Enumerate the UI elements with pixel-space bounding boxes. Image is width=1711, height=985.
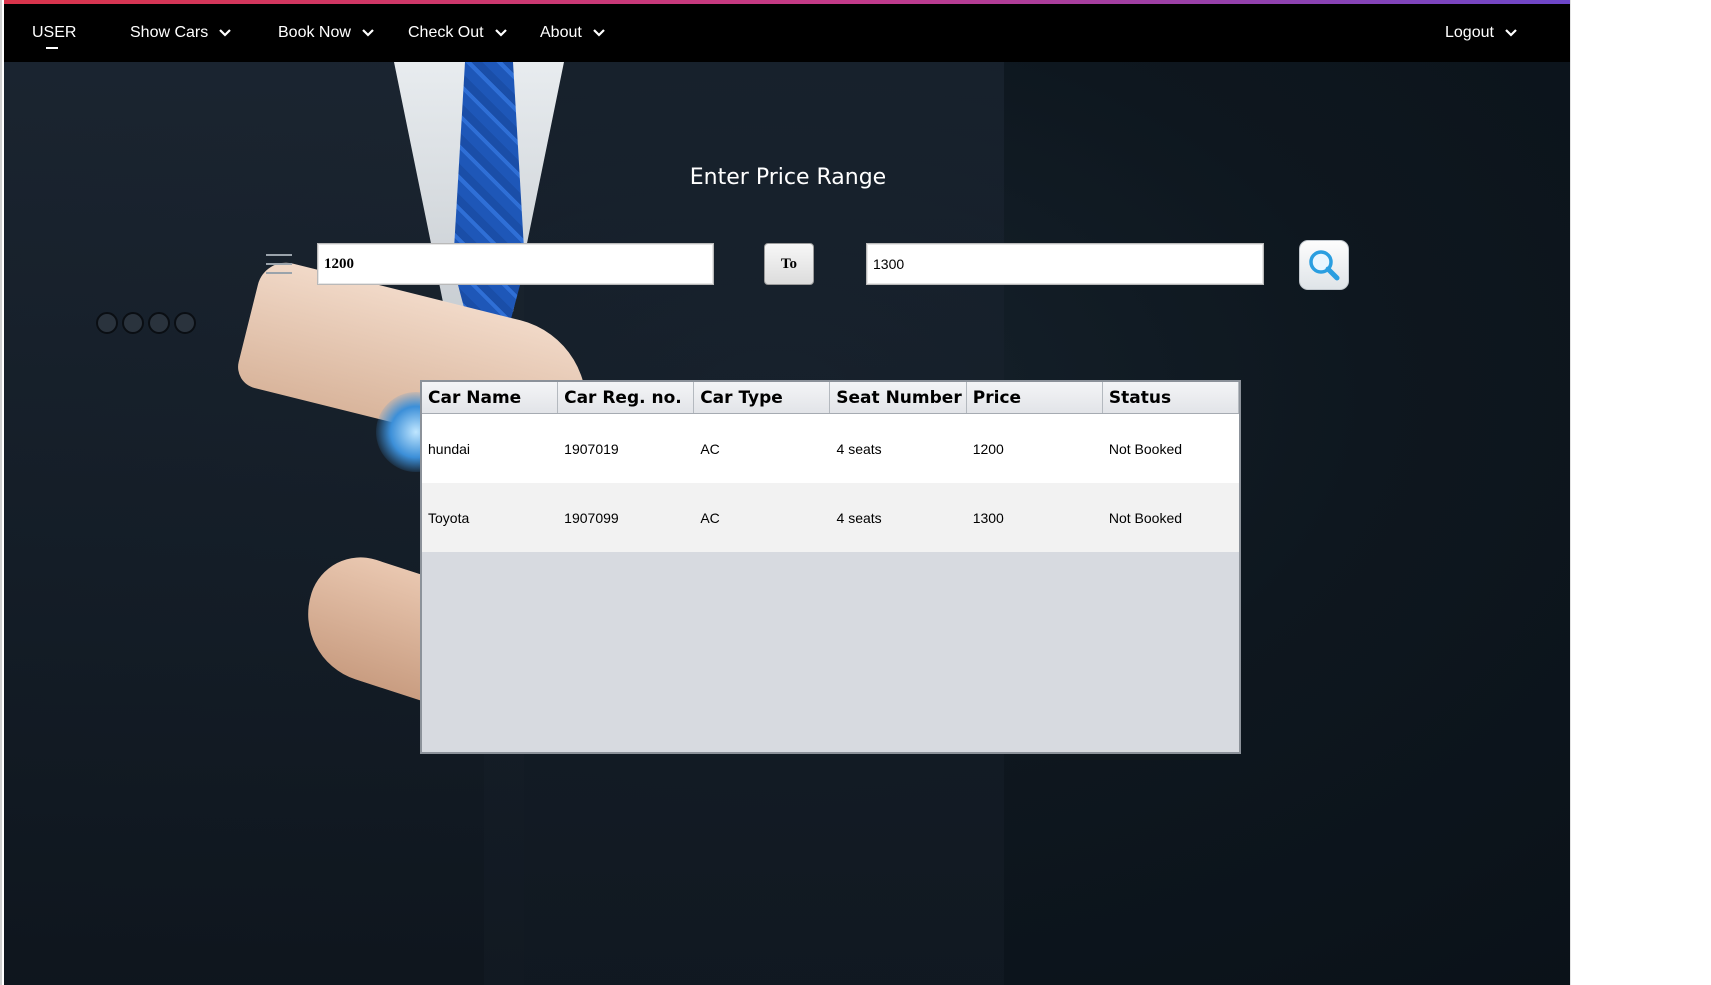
to-button-label: To <box>780 255 798 272</box>
nav-user-label: USER <box>32 24 77 41</box>
nav-user-underline <box>46 47 58 49</box>
price-to-input[interactable]: 1300 <box>866 243 1264 285</box>
nav-about-label: About <box>540 24 582 41</box>
table-cell: Toyota <box>428 509 470 526</box>
table-cell: 1200 <box>972 440 1004 457</box>
chevron-down-icon <box>362 29 374 37</box>
nav-logout-label: Logout <box>1445 24 1494 41</box>
nav-about[interactable]: About <box>540 4 606 62</box>
top-navbar: USER Show Cars Book Now Check Out About <box>4 4 1711 62</box>
price-range-heading: Enter Price Range <box>689 165 887 190</box>
chevron-down-icon <box>1505 29 1517 37</box>
nav-book-now-label: Book Now <box>278 24 351 41</box>
table-row[interactable]: hundai 1907019 AC 4 seats 1200 Not Booke… <box>422 414 1239 483</box>
table-cell: AC <box>700 509 720 526</box>
table-cell: hundai <box>428 440 471 457</box>
app-content: USER Show Cars Book Now Check Out About <box>4 0 1711 985</box>
hamburger-icon[interactable] <box>266 254 292 274</box>
nav-book-now[interactable]: Book Now <box>278 4 375 62</box>
app-window: USER Show Cars Book Now Check Out About <box>0 0 1711 985</box>
table-header: Car Name Car Reg. no. Car Type Seat Numb… <box>422 382 1239 414</box>
magnifier-icon <box>1309 250 1340 281</box>
column-header[interactable]: Car Reg. no. <box>558 382 695 413</box>
nav-show-cars[interactable]: Show Cars <box>130 4 232 62</box>
table-cell: 1907099 <box>564 509 619 526</box>
chevron-down-icon <box>494 29 507 37</box>
nav-logout[interactable]: Logout <box>1445 4 1518 62</box>
chevron-down-icon <box>593 29 605 37</box>
price-from-input[interactable]: 1200 <box>317 243 714 285</box>
cars-table: Car Name Car Reg. no. Car Type Seat Numb… <box>420 380 1241 754</box>
nav-user[interactable]: USER <box>32 4 76 62</box>
table-cell: 4 seats <box>836 509 882 526</box>
chevron-down-icon <box>219 29 232 37</box>
nav-check-out[interactable]: Check Out <box>408 4 508 62</box>
price-from-value: 1200 <box>324 255 354 272</box>
column-header[interactable]: Price <box>967 382 1103 413</box>
nav-check-out-label: Check Out <box>408 24 484 41</box>
column-header[interactable]: Seat Number <box>830 382 967 413</box>
table-cell: 4 seats <box>836 440 882 457</box>
table-cell: AC <box>700 440 720 457</box>
price-to-value: 1300 <box>873 256 905 272</box>
to-button[interactable]: To <box>764 243 814 285</box>
column-header[interactable]: Car Name <box>422 382 559 413</box>
table-cell: 1907019 <box>564 440 619 457</box>
search-button[interactable] <box>1299 240 1349 290</box>
nav-show-cars-label: Show Cars <box>130 24 209 41</box>
table-cell: Not Booked <box>1108 509 1183 526</box>
table-cell: Not Booked <box>1108 440 1183 457</box>
sleeve-buttons <box>96 312 196 342</box>
table-row[interactable]: Toyota 1907099 AC 4 seats 1300 Not Booke… <box>422 483 1239 552</box>
desktop-background <box>1570 0 1711 985</box>
column-header[interactable]: Status <box>1103 382 1239 413</box>
table-cell: 1300 <box>972 509 1004 526</box>
column-header[interactable]: Car Type <box>694 382 831 413</box>
